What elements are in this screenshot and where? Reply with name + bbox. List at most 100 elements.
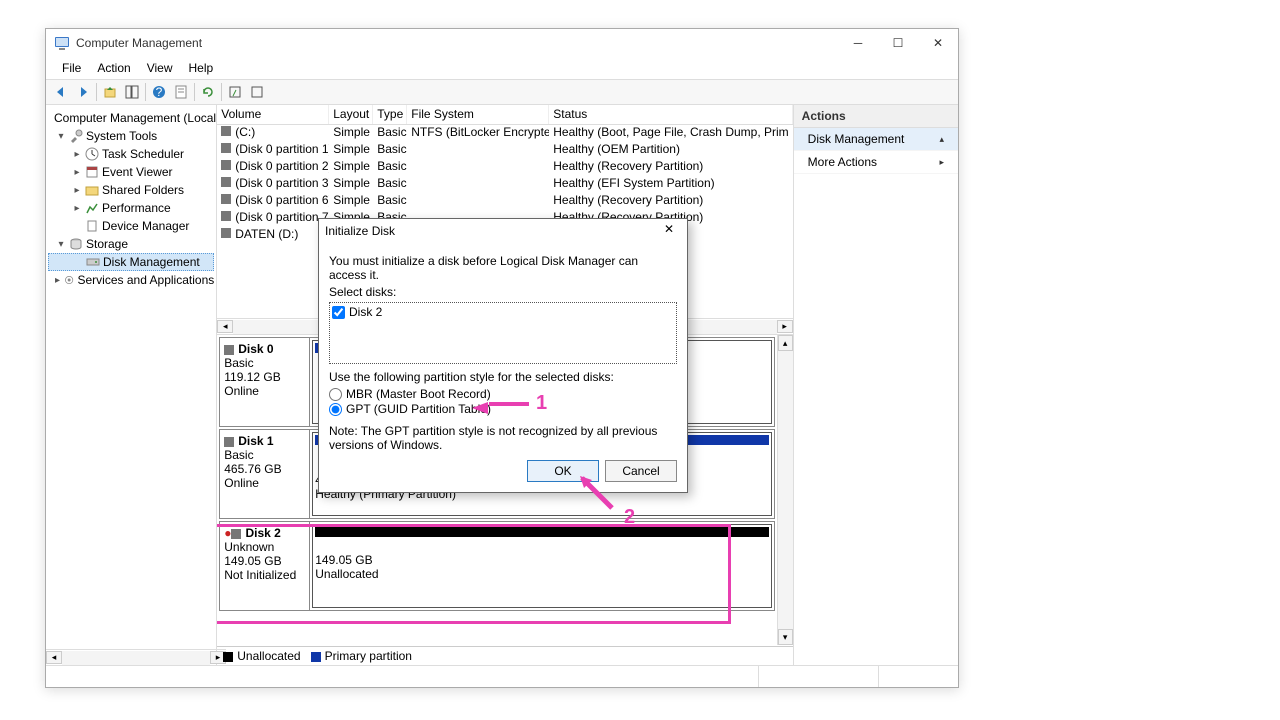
tree-task-scheduler[interactable]: ▸Task Scheduler	[48, 145, 214, 163]
help-button[interactable]: ?	[148, 81, 170, 103]
scroll-down-button[interactable]: ▾	[778, 629, 793, 645]
menu-action[interactable]: Action	[89, 59, 138, 77]
nav-tree: Computer Management (Local ▾System Tools…	[46, 105, 217, 665]
disk-icon	[224, 345, 234, 355]
tree-shared-folders[interactable]: ▸Shared Folders	[48, 181, 214, 199]
partition-unallocated[interactable]: 149.05 GB Unallocated	[312, 524, 771, 608]
radio-mbr[interactable]	[329, 388, 342, 401]
volume-row[interactable]: (Disk 0 partition 6)SimpleBasicHealthy (…	[217, 193, 792, 210]
radio-gpt[interactable]	[329, 403, 342, 416]
dialog-title: Initialize Disk	[325, 224, 657, 238]
menu-help[interactable]: Help	[181, 59, 222, 77]
list-button[interactable]	[224, 81, 246, 103]
dialog-titlebar: Initialize Disk ✕	[319, 219, 687, 243]
disk-icon	[231, 529, 241, 539]
chevron-right-icon[interactable]: ▸	[72, 149, 82, 160]
dialog-message: You must initialize a disk before Logica…	[329, 254, 677, 282]
chevron-right-icon[interactable]: ▸	[54, 275, 61, 286]
radio-mbr-label: MBR (Master Boot Record)	[346, 387, 491, 401]
chevron-right-icon: ▸	[939, 157, 944, 168]
scroll-right-button[interactable]: ▸	[777, 320, 793, 333]
tree-performance[interactable]: ▸Performance	[48, 199, 214, 217]
chevron-right-icon[interactable]: ▸	[72, 185, 82, 196]
volume-headers: Volume Layout Type File System Status	[217, 105, 792, 125]
scroll-up-button[interactable]: ▴	[778, 335, 793, 351]
clock-icon	[85, 147, 99, 161]
initialize-disk-dialog: Initialize Disk ✕ You must initialize a …	[318, 218, 688, 493]
scroll-left-button[interactable]: ◂	[217, 320, 233, 333]
titlebar: Computer Management ─ ☐ ✕	[46, 29, 958, 57]
disk-header: Disk 0 Basic 119.12 GB Online	[220, 338, 310, 426]
actions-disk-management[interactable]: Disk Management▴	[794, 128, 958, 151]
shared-folder-icon	[85, 183, 99, 197]
tree-root[interactable]: Computer Management (Local	[48, 109, 214, 127]
app-icon	[54, 35, 70, 51]
tree-disk-management[interactable]: Disk Management	[48, 253, 214, 271]
chevron-down-icon[interactable]: ▾	[56, 239, 66, 250]
dialog-close-button[interactable]: ✕	[657, 221, 681, 241]
menu-file[interactable]: File	[54, 59, 89, 77]
statusbar	[46, 665, 958, 687]
chevron-down-icon[interactable]: ▾	[56, 131, 66, 142]
radio-mbr-row[interactable]: MBR (Master Boot Record)	[329, 387, 677, 401]
volume-row[interactable]: (Disk 0 partition 2)SimpleBasicHealthy (…	[217, 159, 792, 176]
close-button[interactable]: ✕	[918, 29, 958, 57]
chevron-right-icon[interactable]: ▸	[72, 167, 82, 178]
disk-header: ●Disk 2 Unknown 149.05 GB Not Initialize…	[220, 522, 310, 610]
radio-gpt-row[interactable]: GPT (GUID Partition Table)	[329, 402, 677, 416]
volume-row[interactable]: (Disk 0 partition 3)SimpleBasicHealthy (…	[217, 176, 792, 193]
tree-services[interactable]: ▸Services and Applications	[48, 271, 214, 289]
back-button[interactable]	[50, 81, 72, 103]
scroll-right-button[interactable]: ▸	[210, 651, 217, 664]
col-volume[interactable]: Volume	[217, 105, 329, 124]
disk-select-list: Disk 2	[329, 302, 677, 364]
disk2-checkbox[interactable]	[332, 306, 345, 319]
tree-device-manager[interactable]: Device Manager	[48, 217, 214, 235]
volume-row[interactable]: (C:)SimpleBasicNTFS (BitLocker Encrypted…	[217, 125, 792, 142]
disk-checkbox-row[interactable]: Disk 2	[332, 305, 674, 319]
scrollbar-track[interactable]	[62, 651, 210, 665]
minimize-button[interactable]: ─	[838, 29, 878, 57]
ok-button[interactable]: OK	[527, 460, 599, 482]
legend-swatch-unallocated	[223, 652, 233, 662]
chevron-up-icon: ▴	[939, 134, 944, 145]
disk-icon	[224, 437, 234, 447]
maximize-button[interactable]: ☐	[878, 29, 918, 57]
volume-row[interactable]: (Disk 0 partition 1)SimpleBasicHealthy (…	[217, 142, 792, 159]
legend-swatch-primary	[311, 652, 321, 662]
tree-event-viewer[interactable]: ▸Event Viewer	[48, 163, 214, 181]
forward-button[interactable]	[72, 81, 94, 103]
scroll-left-button[interactable]: ◂	[46, 651, 62, 664]
window-title: Computer Management	[76, 36, 838, 50]
col-fs[interactable]: File System	[407, 105, 549, 124]
tree-storage[interactable]: ▾Storage	[48, 235, 214, 253]
select-disks-label: Select disks:	[329, 285, 677, 299]
disk-header: Disk 1 Basic 465.76 GB Online	[220, 430, 310, 518]
col-status[interactable]: Status	[549, 105, 792, 124]
up-button[interactable]	[99, 81, 121, 103]
disk-row-2[interactable]: ●Disk 2 Unknown 149.05 GB Not Initialize…	[219, 521, 774, 611]
services-icon	[64, 273, 74, 287]
performance-icon	[85, 201, 99, 215]
disk-icon	[86, 255, 100, 269]
event-icon	[85, 165, 99, 179]
cancel-button[interactable]: Cancel	[605, 460, 677, 482]
gpt-note: Note: The GPT partition style is not rec…	[329, 424, 677, 452]
menubar: File Action View Help	[46, 57, 958, 79]
col-type[interactable]: Type	[373, 105, 407, 124]
disk2-label: Disk 2	[349, 305, 382, 319]
vertical-scrollbar[interactable]: ▴ ▾	[777, 335, 793, 645]
details-button[interactable]	[246, 81, 268, 103]
actions-header: Actions	[794, 105, 958, 128]
actions-more[interactable]: More Actions▸	[794, 151, 958, 174]
show-hide-tree-button[interactable]	[121, 81, 143, 103]
col-layout[interactable]: Layout	[329, 105, 373, 124]
properties-button[interactable]	[170, 81, 192, 103]
menu-view[interactable]: View	[139, 59, 181, 77]
chevron-right-icon[interactable]: ▸	[72, 203, 82, 214]
refresh-button[interactable]	[197, 81, 219, 103]
legend: Unallocated Primary partition	[217, 646, 792, 665]
radio-gpt-label: GPT (GUID Partition Table)	[346, 402, 491, 416]
tree-systools[interactable]: ▾System Tools	[48, 127, 214, 145]
tools-icon	[69, 129, 83, 143]
